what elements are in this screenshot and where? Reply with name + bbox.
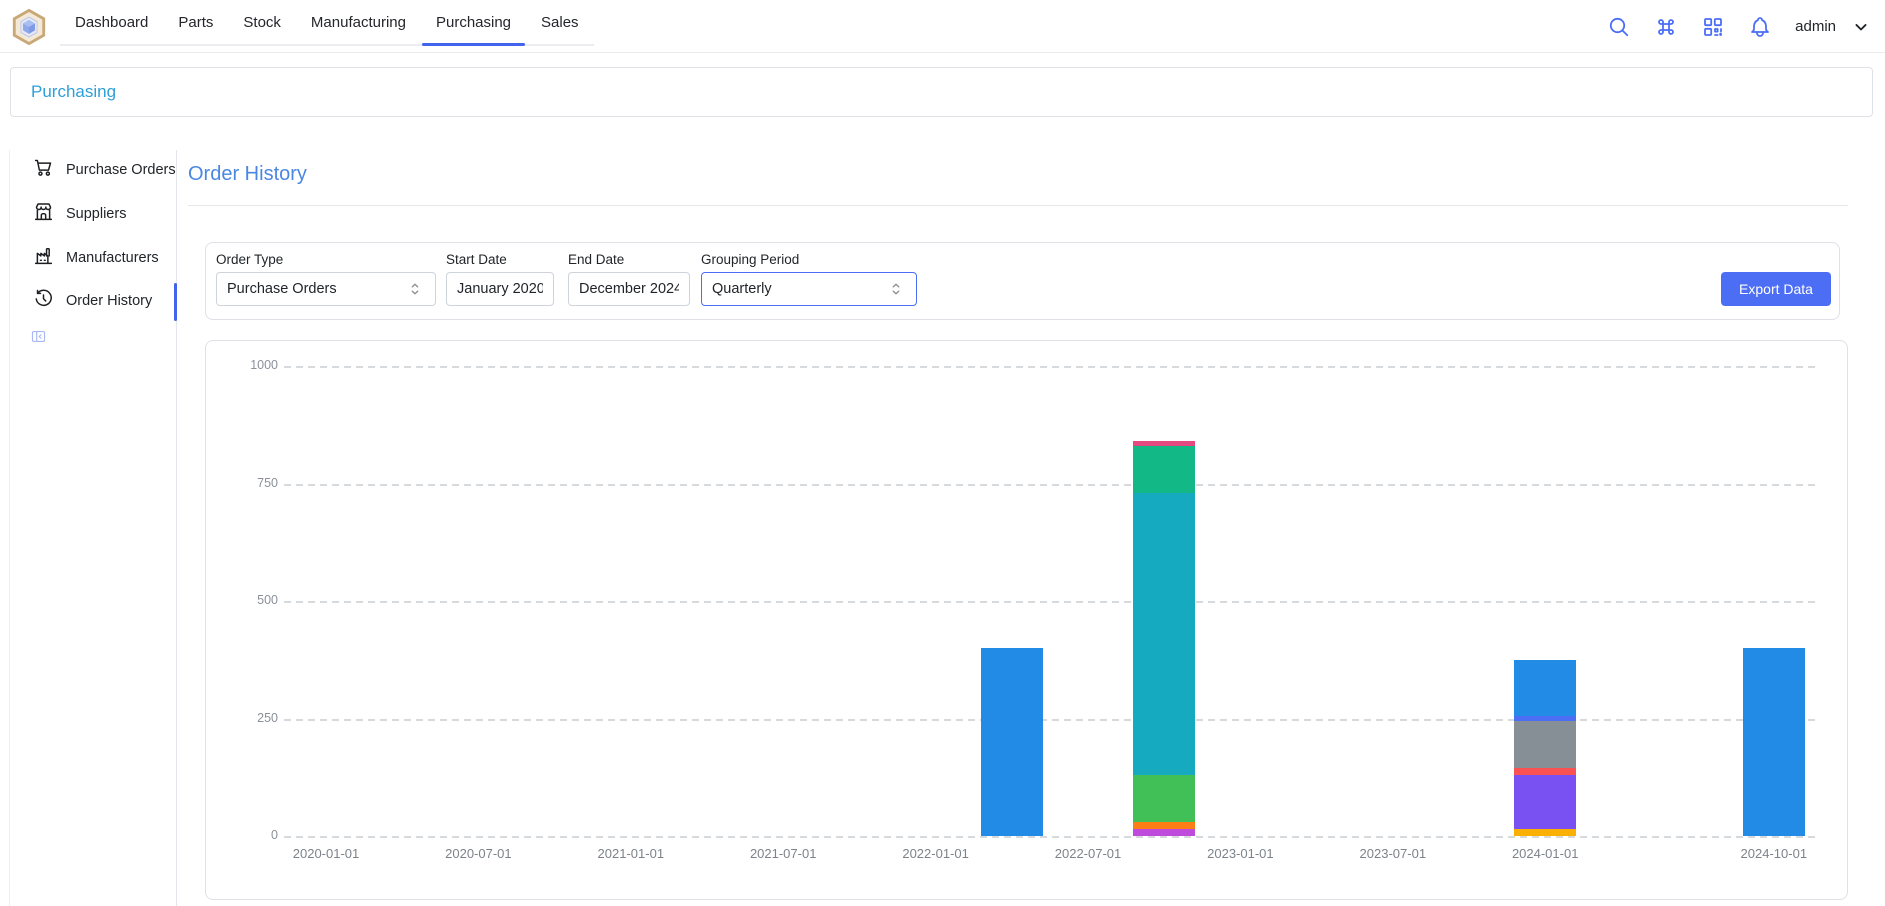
chart-bar-2022-10-01[interactable] bbox=[1133, 441, 1195, 836]
bar-segment bbox=[1133, 441, 1195, 446]
chart-gridline bbox=[284, 719, 1819, 721]
user-menu[interactable]: admin bbox=[1795, 18, 1836, 35]
topbar-actions: admin bbox=[1607, 0, 1885, 53]
order-type-select[interactable]: Purchase Orders bbox=[216, 272, 436, 306]
bar-segment bbox=[1133, 822, 1195, 829]
sidebar-active-indicator bbox=[174, 283, 177, 321]
main-tabs: Dashboard Parts Stock Manufacturing Purc… bbox=[60, 0, 594, 46]
y-axis-label: 250 bbox=[222, 711, 278, 725]
end-date-label: End Date bbox=[568, 252, 624, 267]
order-type-label: Order Type bbox=[216, 252, 283, 267]
select-updown-icon bbox=[405, 279, 425, 299]
sidebar-item-label: Purchase Orders bbox=[66, 162, 176, 178]
storefront-icon bbox=[33, 201, 54, 227]
tab-sales[interactable]: Sales bbox=[526, 0, 594, 44]
chart-x-axis: 2020-01-012020-07-012021-01-012021-07-01… bbox=[284, 846, 1819, 868]
filter-toolbar: Order Type Start Date End Date Grouping … bbox=[205, 242, 1840, 320]
tab-dashboard[interactable]: Dashboard bbox=[60, 0, 163, 44]
chevron-down-icon[interactable] bbox=[1851, 17, 1871, 37]
tab-manufacturing[interactable]: Manufacturing bbox=[296, 0, 421, 44]
grouping-period-value: Quarterly bbox=[712, 281, 772, 297]
sidebar-collapse-icon[interactable] bbox=[30, 328, 47, 345]
chart-gridline bbox=[284, 484, 1819, 486]
x-axis-label: 2020-07-01 bbox=[428, 846, 528, 861]
bar-segment bbox=[1514, 775, 1576, 829]
bar-segment bbox=[1514, 721, 1576, 768]
content-left-border bbox=[9, 150, 10, 906]
bar-segment bbox=[1133, 493, 1195, 775]
chart-bar-2024-01-01[interactable] bbox=[1514, 660, 1576, 836]
sidebar-item-suppliers[interactable]: Suppliers bbox=[33, 199, 126, 229]
chart-bar-2024-10-01[interactable] bbox=[1743, 648, 1805, 836]
y-axis-label: 750 bbox=[222, 476, 278, 490]
bar-segment bbox=[1133, 775, 1195, 822]
sidebar-item-label: Manufacturers bbox=[66, 250, 159, 266]
chart-gridline bbox=[284, 836, 1819, 838]
x-axis-label: 2022-07-01 bbox=[1038, 846, 1138, 861]
y-axis-label: 0 bbox=[222, 828, 278, 842]
end-date-input[interactable] bbox=[568, 272, 690, 306]
chart-plot bbox=[284, 366, 1819, 836]
bar-segment bbox=[1514, 660, 1576, 716]
bar-segment bbox=[1514, 768, 1576, 775]
tab-purchasing[interactable]: Purchasing bbox=[421, 0, 526, 44]
bar-segment bbox=[981, 648, 1043, 836]
select-updown-icon bbox=[886, 279, 906, 299]
bar-segment bbox=[1133, 829, 1195, 836]
factory-icon bbox=[33, 245, 54, 271]
x-axis-label: 2021-01-01 bbox=[581, 846, 681, 861]
start-date-label: Start Date bbox=[446, 252, 507, 267]
qrcode-scan-icon[interactable] bbox=[1701, 15, 1725, 39]
tab-stock[interactable]: Stock bbox=[228, 0, 296, 44]
app-window: Dashboard Parts Stock Manufacturing Purc… bbox=[0, 0, 1885, 906]
top-navigation-bar: Dashboard Parts Stock Manufacturing Purc… bbox=[0, 0, 1885, 53]
start-date-input[interactable] bbox=[446, 272, 554, 306]
x-axis-label: 2023-01-01 bbox=[1190, 846, 1290, 861]
inventree-logo[interactable] bbox=[10, 8, 48, 46]
chart-bar-2022-04-01[interactable] bbox=[981, 648, 1043, 836]
chart-y-axis: 02505007501000 bbox=[222, 366, 278, 836]
search-icon[interactable] bbox=[1607, 15, 1631, 39]
x-axis-label: 2023-07-01 bbox=[1343, 846, 1443, 861]
y-axis-label: 1000 bbox=[222, 358, 278, 372]
shopping-cart-icon bbox=[33, 157, 54, 183]
history-icon bbox=[33, 288, 54, 314]
bar-segment bbox=[1514, 716, 1576, 721]
sidebar-divider bbox=[176, 150, 177, 906]
chart-gridline bbox=[284, 366, 1819, 368]
grouping-period-select[interactable]: Quarterly bbox=[701, 272, 917, 306]
x-axis-label: 2021-07-01 bbox=[733, 846, 833, 861]
bar-segment bbox=[1743, 648, 1805, 836]
x-axis-label: 2022-01-01 bbox=[886, 846, 986, 861]
breadcrumb-purchasing-link[interactable]: Purchasing bbox=[31, 82, 116, 102]
sidebar-item-order-history[interactable]: Order History bbox=[33, 286, 152, 316]
export-data-button[interactable]: Export Data bbox=[1721, 272, 1831, 306]
order-type-value: Purchase Orders bbox=[227, 281, 337, 297]
order-history-chart: 0 250 500 750 1000 2020-01-01 2020-07-01 2021-… bbox=[205, 340, 1848, 900]
chart-gridline bbox=[284, 601, 1819, 603]
x-axis-label: 2020-01-01 bbox=[276, 846, 376, 861]
x-axis-label: 2024-10-01 bbox=[1724, 846, 1824, 861]
x-axis-label: 2024-01-01 bbox=[1495, 846, 1595, 861]
bar-segment bbox=[1514, 829, 1576, 836]
y-axis-label: 500 bbox=[222, 593, 278, 607]
title-divider bbox=[188, 205, 1848, 206]
grouping-period-label: Grouping Period bbox=[701, 252, 799, 267]
sidebar-item-purchase-orders[interactable]: Purchase Orders bbox=[33, 155, 176, 185]
tab-parts[interactable]: Parts bbox=[163, 0, 228, 44]
breadcrumb: Purchasing bbox=[10, 67, 1873, 117]
sidebar-item-label: Order History bbox=[66, 293, 152, 309]
page-title: Order History bbox=[188, 163, 307, 186]
command-icon[interactable] bbox=[1654, 15, 1678, 39]
bell-icon[interactable] bbox=[1748, 15, 1772, 39]
sidebar-item-manufacturers[interactable]: Manufacturers bbox=[33, 243, 159, 273]
bar-segment bbox=[1133, 446, 1195, 493]
sidebar-item-label: Suppliers bbox=[66, 206, 126, 222]
